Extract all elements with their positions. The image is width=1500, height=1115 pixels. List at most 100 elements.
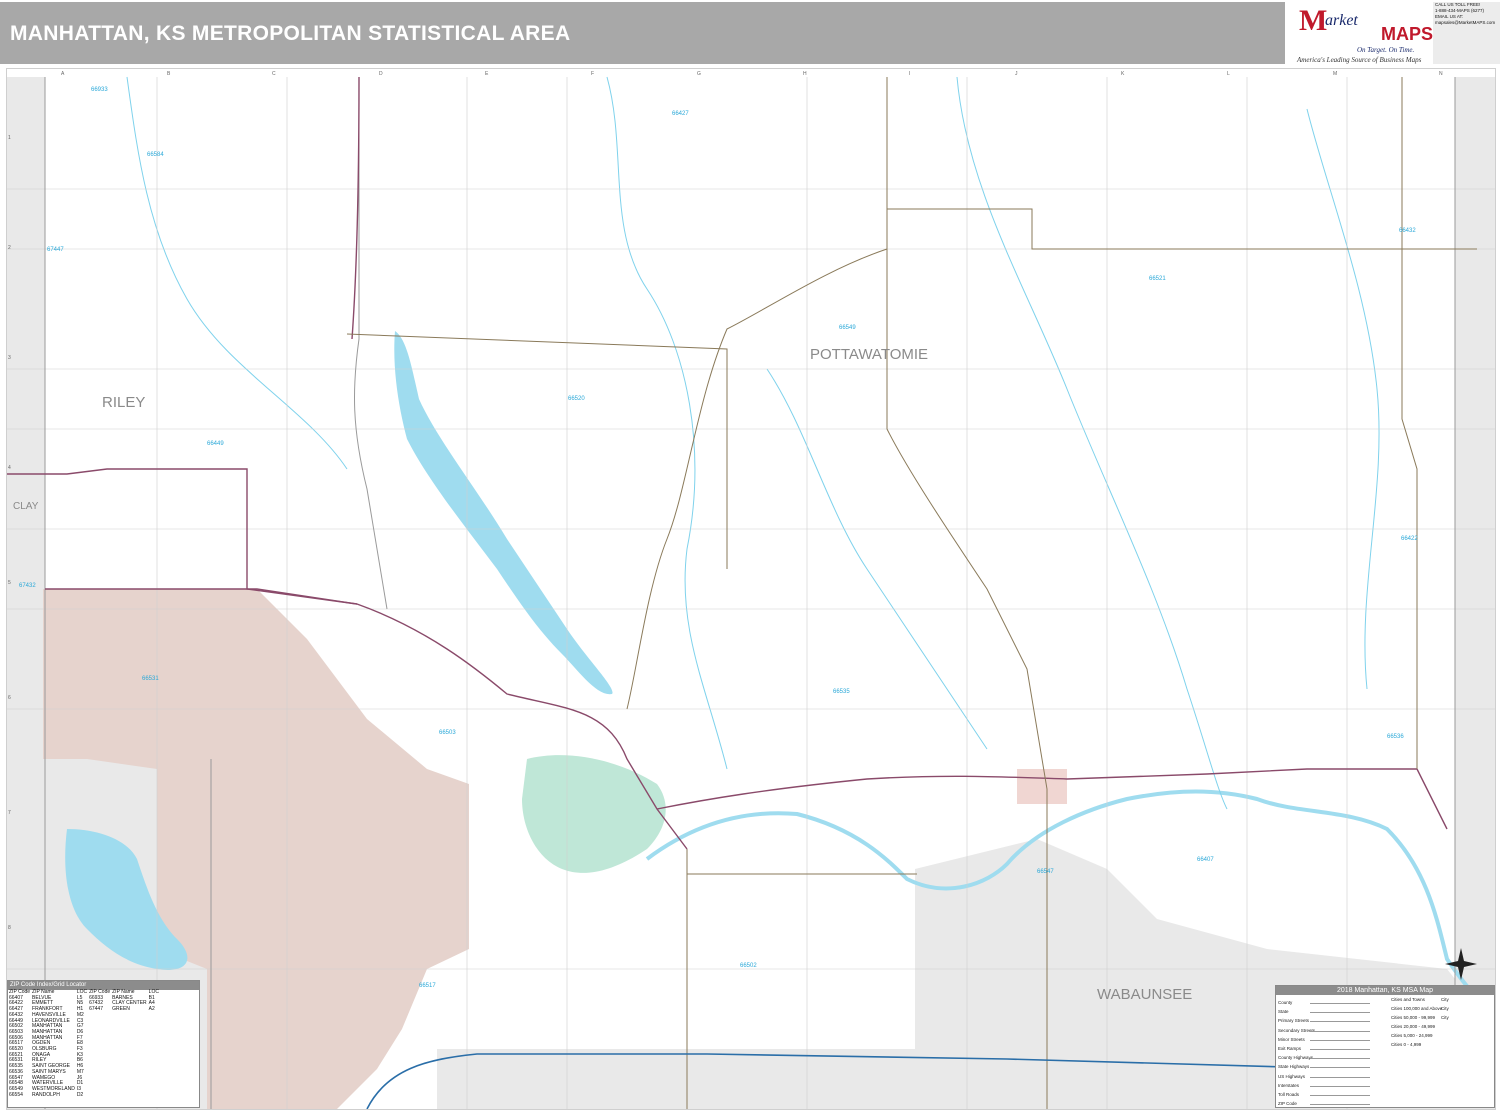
grid-row-label: 6 [8,695,11,701]
legend-city-item: Cities 20,000 - 49,999 [1391,1024,1436,1029]
zip-label: 66427 [672,111,689,117]
grid-col-label: F [591,71,594,77]
grid-col-label: C [272,71,276,77]
contact-line: mapsales@MarketMAPS.com [1435,20,1496,25]
grid-row-label: 1 [8,135,11,141]
wamego-urban-area [1017,769,1067,804]
legend-panel: 2018 Manhattan, KS MSA Map County State Pr… [1275,985,1495,1108]
tuttle-creek-lake [394,331,613,695]
market-maps-logo: M arket MAPS On Target. On Time. America… [1287,2,1435,64]
legend-item: State Highways [1278,1064,1310,1070]
stream [956,76,1228,810]
legend-city-item: Cities 50,000 - 99,999 [1391,1015,1436,1020]
legend-line-sample [1310,1003,1370,1004]
legend-item: County [1278,1000,1293,1005]
grid-col-label: M [1333,71,1337,77]
zip-index-body: 66407 BELVUE L5 66933 BARNES B1 66422 EMMETT N5 6… [8,995,160,1099]
zip-label: 66521 [1149,276,1166,282]
legend-city-mark: City [1441,1006,1449,1011]
legend-city-mark: City [1441,997,1449,1002]
contact-box: CALL US TOLL FREE! 1-888-434-MAPS (6277)… [1433,2,1500,64]
zip-label: 66584 [147,152,164,158]
stream [606,76,728,770]
title-bar: MANHATTAN, KS METROPOLITAN STATISTICAL A… [0,2,1285,64]
legend-line-sample [1310,1076,1370,1078]
grid-col-label: B [167,71,171,77]
stream [766,368,988,750]
legend-item: County Highways [1278,1055,1314,1061]
legend-item: Exit Ramps [1278,1046,1302,1051]
grid-col-label: H [803,71,807,77]
legend-line-sample [1310,1058,1370,1060]
zip-label: 67432 [19,583,36,589]
header: MANHATTAN, KS METROPOLITAN STATISTICAL A… [0,0,1500,66]
zip-label: 67447 [47,247,64,253]
zip-index-cell: 66554 [9,1091,23,1098]
logo-m: M [1299,4,1328,37]
legend-line-sample [1310,1021,1370,1023]
zip-label: 66503 [439,730,456,736]
grid-col-label: D [379,71,383,77]
zip-index-cell [88,1093,111,1099]
zip-index-cell [148,1093,160,1099]
grid-col-label: G [697,71,701,77]
county-label-clay: CLAY [13,501,39,512]
legend-line-sample [1310,1085,1370,1087]
grid-row-label: 8 [8,925,11,931]
grid-row-label: 3 [8,355,11,361]
zip-label: 66549 [839,325,856,331]
map-canvas[interactable]: A B C D E F G H I J K L M N 1 2 3 4 5 6 … [7,69,1495,1109]
grid-col-label: E [485,71,489,77]
manhattan-urban-area [522,755,666,873]
zip-label: 66531 [142,676,159,682]
grid-col-label: N [1439,71,1443,77]
logo-tagline: On Target. On Time. [1357,46,1415,54]
legend-line-sample [1310,1095,1370,1096]
zip-label: 66422 [1401,536,1418,542]
zip-label: 66535 [833,689,850,695]
county-label-wabaunsee: WABAUNSEE [1097,986,1192,1003]
legend-item: State [1278,1009,1289,1015]
legend-item: Primary Streets [1278,1018,1310,1024]
grid-row-label: 2 [8,245,11,251]
legend-title: 2018 Manhattan, KS MSA Map [1276,986,1494,995]
zip-label: 66432 [1399,228,1416,234]
grid-row-label: 7 [8,810,11,816]
legend-line-sample [1310,1067,1370,1069]
grid-letters-top: A B C D E F G H I J K L M N [61,71,1443,77]
zip-index-row: 66554 RANDOLPH D2 [8,1091,160,1099]
grid-col-label: K [1121,71,1125,77]
legend-line-sample [1310,1039,1370,1041]
legend-city-item: Cities 100,000 and Above [1391,1006,1443,1011]
legend-city-mark: City [1441,1015,1449,1020]
zip-label: 66407 [1197,857,1214,863]
legend-city-item: Cities and Towns [1391,997,1425,1002]
logo-arket: arket [1325,12,1358,29]
zip-index-cell: RANDOLPH [32,1091,60,1098]
zip-index-panel: ZIP Code Index/Grid Locator ZIP Code ZIP… [7,980,200,1108]
legend-item: Toll Roads [1278,1092,1300,1097]
zip-index-cell: D2 [76,1091,84,1098]
legend-item: US Highways [1278,1073,1306,1079]
zip-label: 66502 [740,963,757,969]
legend-line-sample [1310,1049,1370,1050]
legend-city-item: Cities 5,000 - 24,999 [1391,1033,1433,1038]
legend-item: Interstates [1278,1082,1300,1088]
zip-label: 66449 [207,441,224,447]
legend-item: ZIP Code [1278,1101,1297,1107]
stream [126,76,348,470]
legend-item: Minor Streets [1278,1036,1305,1042]
zip-index-table: ZIP Code ZIP Name LOC ZIP Code ZIP Name … [8,989,160,1099]
grid-col-label: J [1015,71,1018,77]
legend-line-sample [1310,1012,1370,1014]
grid-row-label: 5 [8,580,11,586]
county-label-pottawatomie: POTTAWATOMIE [810,346,928,363]
zip-label: 66933 [91,87,108,93]
map-frame[interactable]: A B C D E F G H I J K L M N 1 2 3 4 5 6 … [6,68,1496,1110]
county-label-riley: RILEY [102,394,145,411]
legend-city-item: Cities 0 - 4,999 [1391,1042,1422,1047]
grid-col-label: L [1227,71,1230,77]
grid-row-label: 4 [8,465,11,471]
jackson-county-area [1455,77,1495,1017]
stream [1306,108,1380,690]
